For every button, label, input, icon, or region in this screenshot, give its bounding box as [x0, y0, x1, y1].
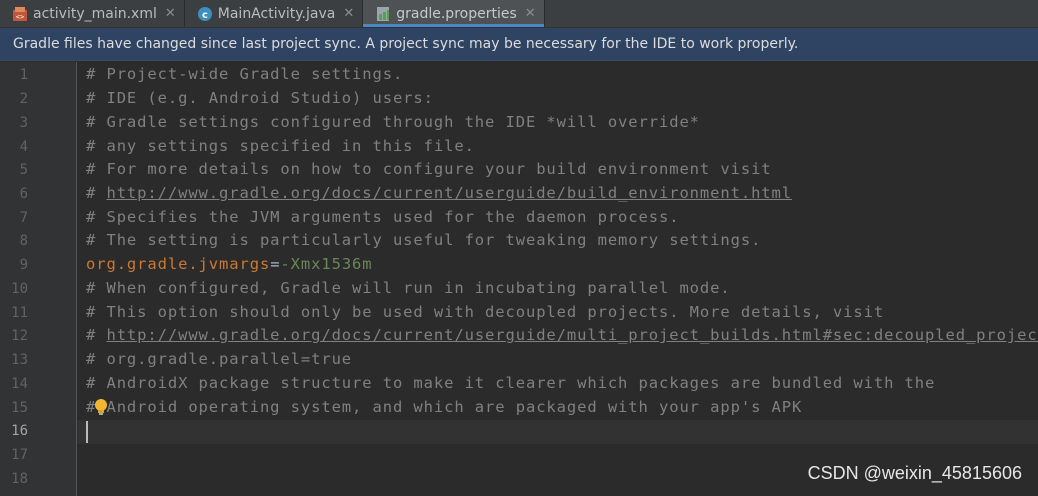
line-number: 13	[11, 352, 28, 368]
line-number: 11	[11, 305, 28, 321]
text-caret	[86, 421, 88, 443]
line-number: 18	[11, 471, 28, 487]
line-number: 3	[19, 115, 28, 131]
doc-link[interactable]: http://www.gradle.org/docs/current/userg…	[106, 184, 792, 202]
code-line[interactable]: # Specifies the JVM arguments used for t…	[86, 208, 679, 226]
code-line[interactable]: # Gradle settings configured through the…	[86, 113, 700, 131]
current-line-number: 16	[11, 423, 28, 439]
code-line[interactable]: # IDE (e.g. Android Studio) users:	[86, 89, 434, 107]
banner-message: Gradle files have changed since last pro…	[13, 36, 799, 52]
line-number: 14	[11, 376, 28, 392]
code-line[interactable]: # http://www.gradle.org/docs/current/use…	[86, 326, 1038, 344]
editor-tab-bar: <> activity_main.xml ✕ c MainActivity.ja…	[0, 0, 1038, 28]
current-line-highlight	[77, 420, 1038, 444]
svg-text:<>: <>	[16, 13, 24, 21]
watermark: CSDN @weixin_45815606	[807, 463, 1022, 483]
line-number: 15	[11, 400, 28, 416]
line-number: 10	[11, 281, 28, 297]
code-line[interactable]: org.gradle.jvmargs=-Xmx1536m	[86, 255, 373, 273]
code-line[interactable]: # This option should only be used with d…	[86, 303, 884, 321]
lightbulb-icon[interactable]	[93, 398, 109, 416]
line-number: 4	[19, 139, 28, 155]
code-line[interactable]: # any settings specified in this file.	[86, 137, 475, 155]
line-number: 1	[19, 67, 28, 83]
close-tab-icon[interactable]: ✕	[165, 6, 176, 21]
code-line[interactable]: # org.gradle.parallel=true	[86, 350, 352, 368]
tab-main-activity-java[interactable]: c MainActivity.java ✕	[185, 0, 364, 27]
java-class-icon: c	[197, 6, 213, 22]
property-key: org.gradle.jvmargs	[86, 255, 271, 273]
line-number: 8	[19, 233, 28, 249]
tab-label: gradle.properties	[396, 5, 517, 22]
svg-text:c: c	[202, 10, 208, 21]
tab-activity-main-xml[interactable]: <> activity_main.xml ✕	[0, 0, 185, 27]
comment-prefix: #	[86, 326, 107, 344]
code-line[interactable]: # Android operating system, and which ar…	[86, 398, 802, 416]
code-line[interactable]: # The setting is particularly useful for…	[86, 231, 761, 249]
code-line[interactable]: # Project-wide Gradle settings.	[86, 65, 403, 83]
property-value: -Xmx1536m	[280, 255, 373, 273]
comment-prefix: #	[86, 184, 107, 202]
line-number: 17	[11, 447, 28, 463]
line-number: 5	[19, 162, 28, 178]
line-number: 6	[19, 186, 28, 202]
close-tab-icon[interactable]: ✕	[525, 6, 536, 21]
line-number-gutter[interactable]: 1 2 3 4 5 6 7 8 9 10 11 12 13 14 15 16 1…	[0, 62, 77, 496]
doc-link[interactable]: http://www.gradle.org/docs/current/userg…	[106, 326, 1038, 344]
line-number: 2	[19, 91, 28, 107]
code-line[interactable]: # For more details on how to configure y…	[86, 160, 772, 178]
tab-label: activity_main.xml	[33, 5, 157, 22]
xml-file-icon: <>	[12, 6, 28, 22]
code-line[interactable]: # http://www.gradle.org/docs/current/use…	[86, 184, 792, 202]
line-number: 9	[19, 257, 28, 273]
tab-label: MainActivity.java	[217, 5, 336, 22]
line-number: 12	[11, 328, 28, 344]
gradle-file-icon	[375, 6, 391, 22]
close-tab-icon[interactable]: ✕	[343, 6, 354, 21]
line-number: 7	[19, 210, 28, 226]
gradle-sync-banner: Gradle files have changed since last pro…	[0, 28, 1038, 61]
property-separator: =	[270, 255, 281, 273]
code-editor[interactable]: # Project-wide Gradle settings. # IDE (e…	[77, 62, 1038, 496]
code-line[interactable]: # AndroidX package structure to make it …	[86, 374, 935, 392]
tab-gradle-properties[interactable]: gradle.properties ✕	[363, 0, 545, 27]
code-line[interactable]: # When configured, Gradle will run in in…	[86, 279, 731, 297]
